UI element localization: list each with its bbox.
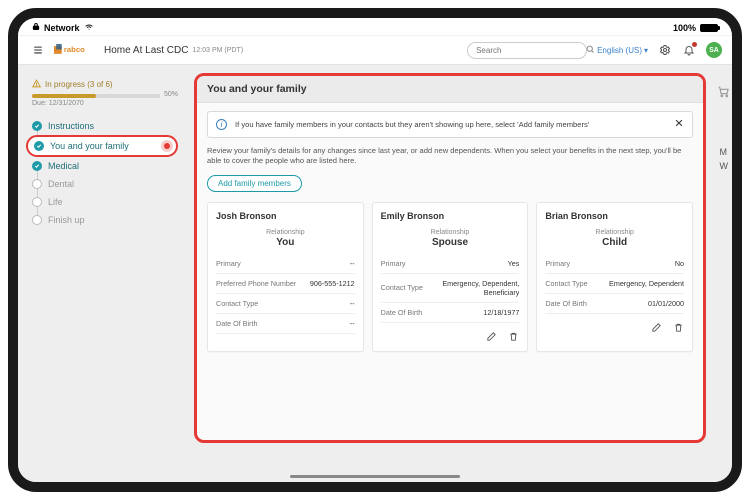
add-family-button[interactable]: Add family members [207, 175, 302, 192]
field-value: 12/18/1977 [483, 308, 519, 317]
step-label: Finish up [48, 215, 85, 225]
field-value: Emergency, Dependent, Beneficiary [427, 279, 519, 297]
peek-letters: M W [720, 145, 729, 174]
family-card-name: Brian Bronson [545, 211, 684, 221]
step-medical[interactable]: Medical [32, 157, 178, 175]
field-value: -- [350, 259, 355, 268]
field-value: Emergency, Dependent [609, 279, 684, 288]
menu-icon[interactable] [28, 40, 48, 60]
relationship-label: Relationship [381, 229, 520, 236]
field-label: Date Of Birth [381, 308, 423, 317]
field-label: Primary [216, 259, 241, 268]
field-label: Contact Type [545, 279, 587, 288]
edit-icon[interactable] [485, 331, 497, 343]
progress-fill [32, 94, 96, 98]
progress-card: In progress (3 of 6) 50% Due: 12/31/2070 [32, 79, 178, 107]
svg-text:rabco: rabco [64, 45, 85, 54]
app-topbar: rabco Home At Last CDC 12:03 PM (PDT) En… [18, 36, 732, 65]
progress-percent: 50% [164, 91, 178, 98]
step-finish-up[interactable]: Finish up [32, 211, 178, 229]
field-label: Contact Type [216, 299, 258, 308]
delete-icon[interactable] [672, 322, 684, 334]
brand-logo: rabco [54, 43, 98, 57]
progress-label: In progress (3 of 6) [45, 80, 113, 89]
tablet-frame: Network 100% rabco Home At Last CDC 12:0… [8, 8, 742, 492]
field-value: -- [350, 299, 355, 308]
page-context-time: 12:03 PM (PDT) [192, 47, 243, 54]
step-dental[interactable]: Dental [32, 175, 178, 193]
brand-block: rabco [54, 43, 98, 57]
field-value: 906-555-1212 [310, 279, 355, 288]
wifi-icon [84, 23, 94, 33]
field-label: Date Of Birth [216, 319, 258, 328]
field-value: 01/01/2000 [648, 299, 684, 308]
avatar[interactable]: SA [706, 42, 722, 58]
home-indicator [290, 475, 460, 478]
chevron-down-icon: ▾ [644, 46, 648, 55]
main-area: M W You and your family i If you have fa… [188, 65, 732, 482]
relationship-value: Spouse [381, 237, 520, 248]
cart-icon[interactable] [717, 85, 730, 101]
search-box[interactable] [467, 42, 587, 59]
edit-icon[interactable] [650, 322, 662, 334]
step-life[interactable]: Life [32, 193, 178, 211]
battery-icon [700, 24, 718, 32]
panel-title: You and your family [197, 76, 703, 103]
field-value: -- [350, 319, 355, 328]
close-icon[interactable] [674, 118, 684, 131]
field-label: Contact Type [381, 283, 423, 292]
sidebar: In progress (3 of 6) 50% Due: 12/31/2070… [18, 65, 188, 482]
family-card-name: Josh Bronson [216, 211, 355, 221]
step-instructions[interactable]: Instructions [32, 117, 178, 135]
relationship-label: Relationship [216, 229, 355, 236]
lock-icon [32, 22, 40, 33]
family-card-name: Emily Bronson [381, 211, 520, 221]
field-label: Primary [545, 259, 570, 268]
field-label: Primary [381, 259, 406, 268]
page-context-title: Home At Last CDC [104, 45, 188, 56]
family-panel: You and your family i If you have family… [194, 73, 706, 443]
field-value: Yes [508, 259, 520, 268]
step-list: Instructions You and your family Medical [32, 117, 178, 229]
step-label: Instructions [48, 121, 94, 131]
warning-icon [32, 79, 41, 90]
language-selector[interactable]: English (US) ▾ [597, 46, 648, 55]
info-icon: i [216, 119, 227, 130]
relationship-label: Relationship [545, 229, 684, 236]
info-banner-text: If you have family members in your conta… [235, 120, 589, 129]
search-icon[interactable] [586, 45, 595, 56]
gear-icon[interactable] [658, 43, 672, 57]
step-label: Medical [48, 161, 79, 171]
battery-percent: 100% [673, 23, 696, 33]
notification-badge [692, 42, 697, 47]
step-label: Dental [48, 179, 74, 189]
step-you-and-family[interactable]: You and your family [26, 135, 178, 157]
network-label: Network [44, 23, 80, 33]
language-label: English (US) [597, 46, 642, 55]
info-banner: i If you have family members in your con… [207, 111, 693, 138]
progress-due: Due: 12/31/2070 [32, 100, 178, 107]
search-input[interactable] [476, 46, 586, 55]
step-label: Life [48, 197, 63, 207]
step-label: You and your family [50, 141, 129, 151]
field-label: Date Of Birth [545, 299, 587, 308]
field-label: Preferred Phone Number [216, 279, 296, 288]
panel-description: Review your family's details for any cha… [207, 146, 693, 167]
family-card: Josh Bronson Relationship You Primary-- … [207, 202, 364, 352]
bell-icon[interactable] [682, 43, 696, 57]
delete-icon[interactable] [507, 331, 519, 343]
relationship-value: Child [545, 237, 684, 248]
field-value: No [675, 259, 684, 268]
family-card: Brian Bronson Relationship Child Primary… [536, 202, 693, 352]
relationship-value: You [216, 237, 355, 248]
family-card: Emily Bronson Relationship Spouse Primar… [372, 202, 529, 352]
device-status-bar: Network 100% [18, 18, 732, 35]
